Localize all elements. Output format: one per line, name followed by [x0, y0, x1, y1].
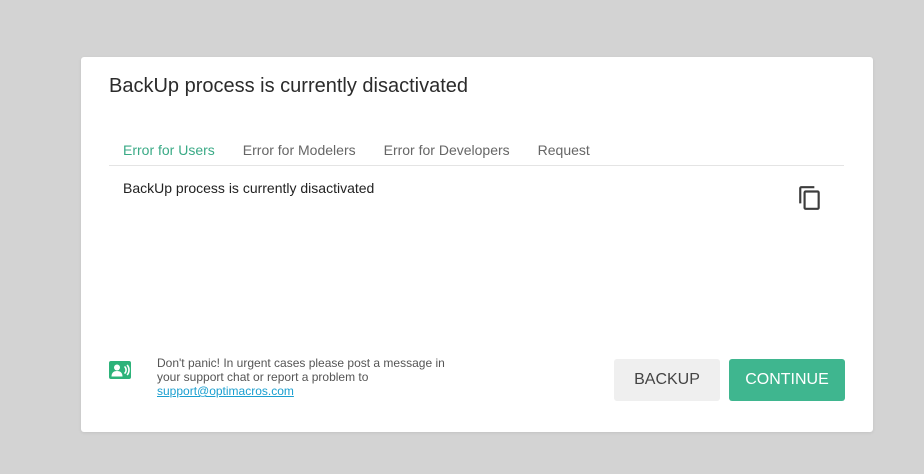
tab-error-for-developers[interactable]: Error for Developers: [370, 141, 524, 165]
support-email-link[interactable]: support@optimacros.com: [157, 384, 294, 398]
backup-button[interactable]: BACKUP: [614, 359, 720, 401]
support-contact-icon: [109, 361, 131, 379]
tab-error-for-modelers[interactable]: Error for Modelers: [229, 141, 370, 165]
copy-button[interactable]: [795, 183, 825, 213]
dialog-title: BackUp process is currently disactivated: [109, 75, 469, 97]
tab-error-for-users[interactable]: Error for Users: [109, 141, 229, 165]
support-note: Don't panic! In urgent cases please post…: [157, 356, 457, 398]
continue-button[interactable]: CONTINUE: [729, 359, 845, 401]
copy-icon: [799, 186, 820, 210]
error-dialog: BackUp process is currently disactivated…: [81, 57, 873, 432]
tab-request[interactable]: Request: [524, 141, 604, 165]
support-note-text: Don't panic! In urgent cases please post…: [157, 356, 445, 384]
tab-bar: Error for Users Error for Modelers Error…: [109, 141, 844, 166]
error-message: BackUp process is currently disactivated: [123, 180, 375, 196]
